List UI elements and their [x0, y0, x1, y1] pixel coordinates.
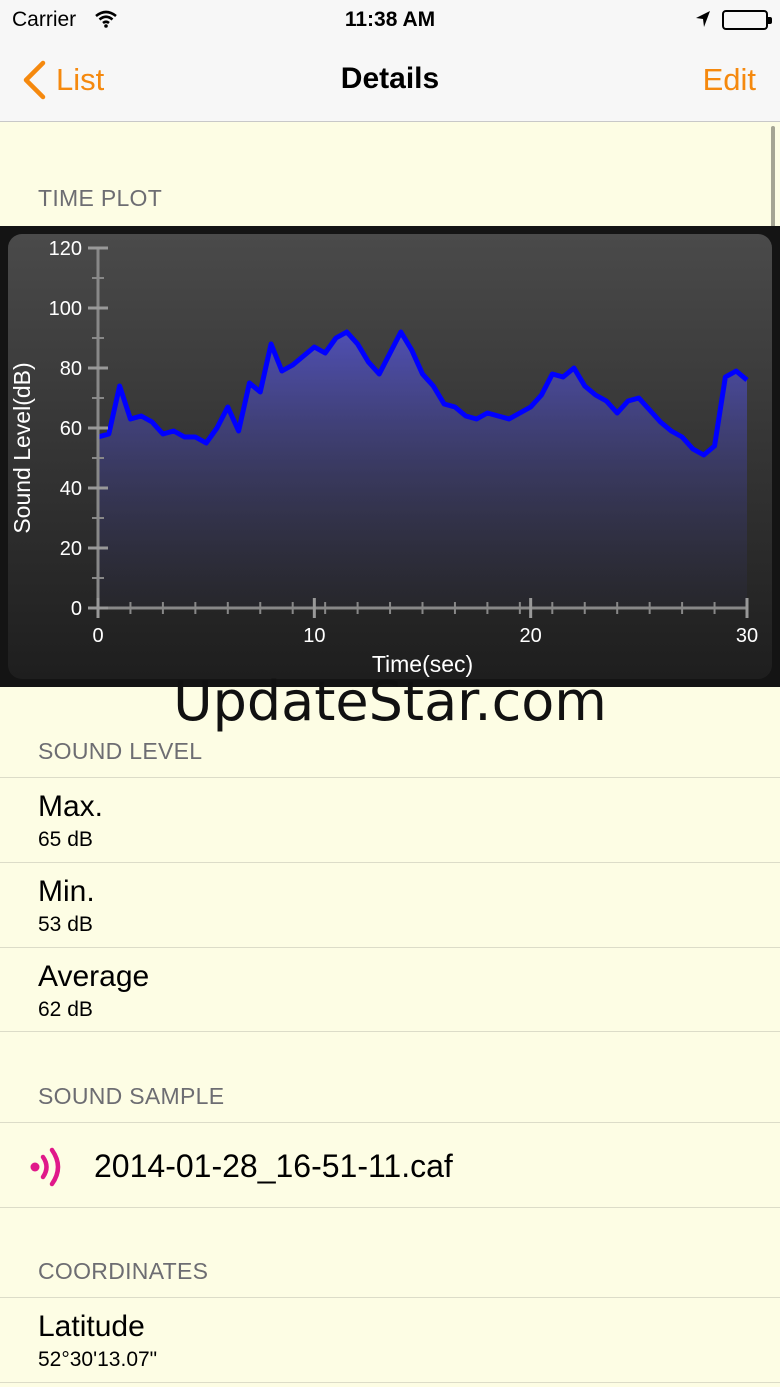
x-tick-label: 30	[736, 625, 758, 647]
x-tick-label: 10	[303, 625, 325, 647]
y-tick-label: 120	[49, 238, 82, 260]
y-tick-label: 20	[60, 538, 82, 560]
divider	[0, 1122, 780, 1123]
clock: 11:38 AM	[344, 8, 436, 31]
sound-sample-file-name: 2014-01-28_16-51-11.caf	[94, 1148, 453, 1184]
section-header-time-plot: TIME PLOT	[38, 185, 163, 211]
divider	[0, 1297, 780, 1298]
status-bar: Carrier 11:38 AM	[0, 0, 780, 40]
min-value: 53 dB	[38, 913, 93, 936]
divider	[0, 862, 780, 863]
x-tick-label: 20	[520, 625, 542, 647]
navigation-bar: List Details Edit	[0, 40, 780, 122]
chart-svg: 0 10 20 30020406080100120Time(sec)Sound Lev…	[8, 234, 772, 679]
location-arrow-icon	[694, 9, 712, 35]
divider	[0, 947, 780, 948]
y-axis-label: Sound Level(dB)	[9, 362, 35, 533]
latitude-value: 52°30'13.07"	[38, 1348, 158, 1371]
section-header-sound-level: SOUND LEVEL	[38, 738, 203, 764]
edit-button[interactable]: Edit	[703, 62, 756, 98]
page-title: Details	[340, 62, 440, 95]
y-tick-label: 80	[60, 358, 82, 380]
min-label: Min.	[38, 875, 95, 908]
y-tick-label: 100	[49, 298, 82, 320]
y-tick-label: 40	[60, 478, 82, 500]
time-plot-chart: 0 10 20 30 0 20 40 60 80 100 120 Time(sec) Sound Lev…	[0, 226, 780, 687]
max-value: 65 dB	[38, 828, 93, 851]
sound-sample-row[interactable]: 2014-01-28_16-51-11.caf	[0, 1124, 780, 1207]
average-label: Average	[38, 960, 150, 993]
section-header-coordinates: COORDINATES	[38, 1258, 209, 1284]
watermark: UpdateStar.com	[173, 670, 607, 733]
divider	[0, 1382, 780, 1383]
x-tick-label: 0	[92, 625, 103, 647]
y-tick-label: 60	[60, 418, 82, 440]
battery-icon	[722, 10, 772, 30]
average-value: 62 dB	[38, 998, 93, 1021]
divider	[0, 1031, 780, 1032]
y-tick-label: 0	[71, 598, 82, 620]
sound-wave-icon	[26, 1144, 68, 1195]
latitude-label: Latitude	[38, 1310, 145, 1343]
max-label: Max.	[38, 790, 104, 823]
divider	[0, 1207, 780, 1208]
section-header-sound-sample: SOUND SAMPLE	[38, 1083, 225, 1109]
divider	[0, 777, 780, 778]
